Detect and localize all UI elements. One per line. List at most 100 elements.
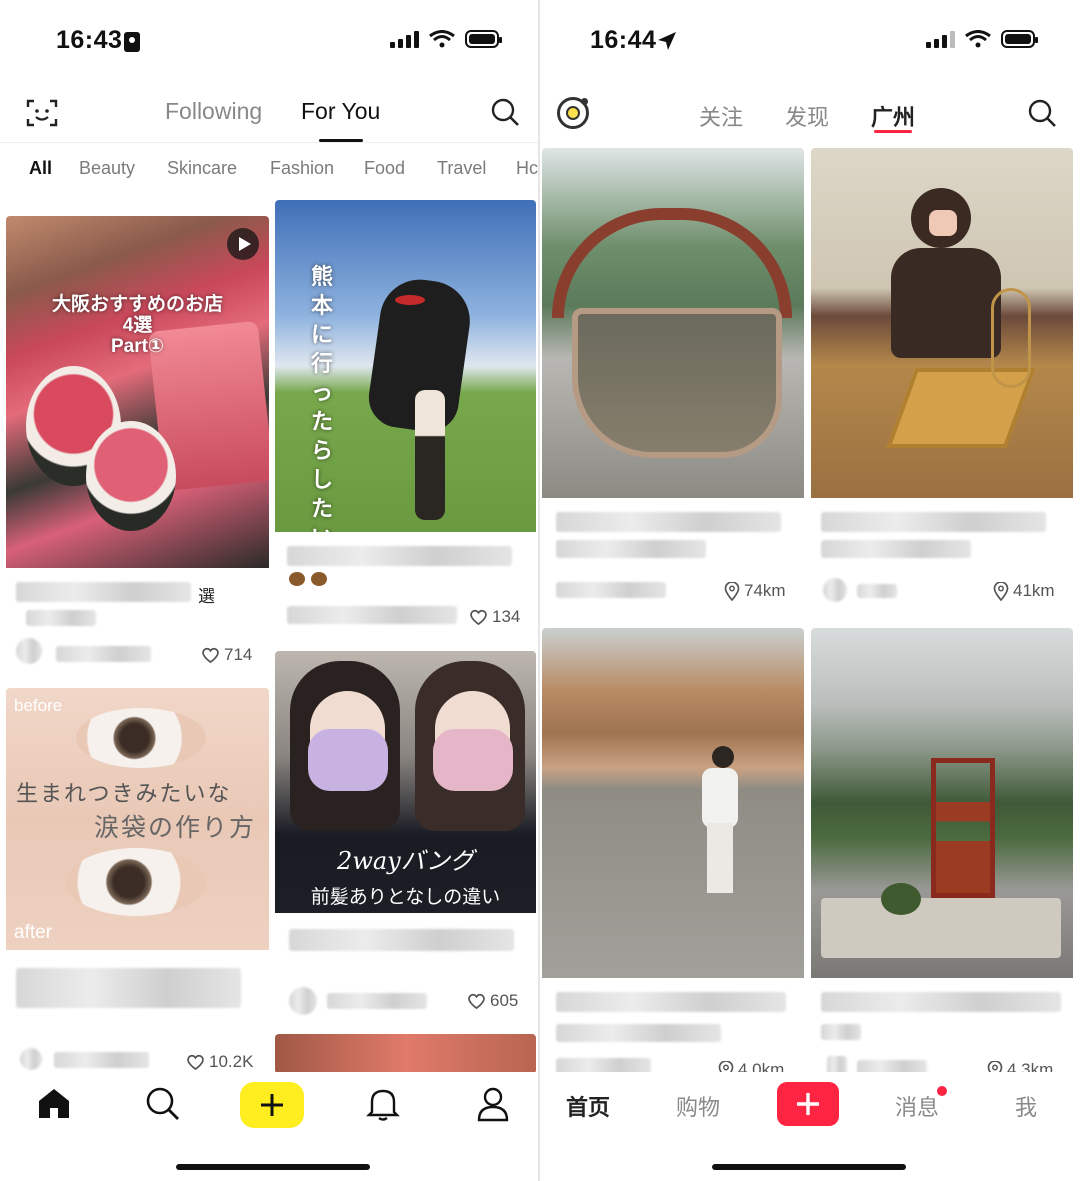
bear-emoji (289, 572, 329, 586)
feed-card[interactable]: before 生まれつきみたいな 涙袋の作り方 after 10.2K (6, 688, 269, 1072)
card-thumbnail: before 生まれつきみたいな 涙袋の作り方 after (6, 688, 269, 950)
create-post-button[interactable] (777, 1082, 839, 1126)
bottom-nav (0, 1072, 538, 1181)
tab-follow[interactable]: 关注 (699, 100, 743, 132)
author-name-blurred (857, 584, 897, 598)
feed-card[interactable]: 74km (542, 148, 804, 618)
category-home[interactable]: Hc (516, 158, 538, 179)
signal-icon (926, 30, 955, 48)
feed-card[interactable]: 熊本に行ったらしたいこと 134 (275, 200, 536, 642)
card-title-visible: 選 (198, 587, 215, 606)
author-name-blurred (287, 606, 457, 624)
location-pin-icon (724, 581, 740, 601)
notification-dot (937, 1086, 947, 1096)
home-indicator (712, 1164, 906, 1170)
rednote-screen: 16:44 关注 发现 广州 74km 41km 4.0km 4.3km 首页 … (540, 0, 1080, 1181)
card-title-blurred (821, 512, 1046, 532)
search-icon[interactable] (145, 1086, 181, 1122)
author-name-blurred (56, 646, 151, 662)
video-play-icon (227, 228, 259, 260)
card-title-blurred (287, 546, 512, 566)
feed-card[interactable]: 4.3km (811, 628, 1073, 1078)
author-name-blurred (327, 993, 427, 1009)
nav-me[interactable]: 我 (1015, 1090, 1037, 1122)
bell-icon[interactable] (366, 1086, 400, 1122)
card-title-blurred (556, 1024, 721, 1042)
category-all[interactable]: All (29, 158, 52, 179)
signal-icon (390, 30, 419, 48)
card-thumbnail (811, 148, 1073, 498)
category-bar: All Beauty Skincare Fashion Food Travel … (0, 158, 538, 184)
home-icon[interactable] (36, 1086, 72, 1120)
avatar[interactable] (20, 1048, 42, 1070)
battery-icon (1001, 30, 1038, 48)
card-thumbnail (542, 148, 804, 498)
bottom-nav: 首页 购物 消息 我 (540, 1072, 1080, 1181)
tab-city[interactable]: 广州 (871, 100, 915, 132)
heart-icon (187, 1054, 204, 1070)
card-thumbnail (542, 628, 804, 978)
avatar[interactable] (16, 638, 42, 664)
card-thumbnail (811, 628, 1073, 978)
status-bar: 16:43 (0, 0, 538, 80)
card-overlay-text: 大阪おすすめのお店 4選 Part① (51, 294, 223, 357)
category-skincare[interactable]: Skincare (167, 158, 237, 179)
avatar[interactable] (289, 987, 317, 1015)
card-thumbnail: 大阪おすすめのお店 4選 Part① (6, 216, 269, 568)
location-arrow-icon (658, 32, 676, 50)
after-label: after (14, 922, 53, 943)
card-title-blurred (556, 992, 786, 1012)
category-fashion[interactable]: Fashion (270, 158, 334, 179)
top-header: Following For You (0, 84, 538, 142)
before-label: before (14, 696, 63, 715)
card-thumbnail: 熊本に行ったらしたいこと (275, 200, 536, 532)
card-title-blurred (556, 540, 706, 558)
card-overlay-text: 2wayバング 前髪ありとなしの違い (310, 847, 501, 908)
card-title-blurred (289, 929, 514, 951)
search-icon[interactable] (490, 97, 520, 127)
tab-following[interactable]: Following (165, 98, 262, 125)
location-pin-icon (993, 581, 1009, 601)
plus-icon (797, 1093, 819, 1115)
like-count[interactable]: 134 (469, 607, 520, 627)
tab-for-you[interactable]: For You (301, 98, 380, 125)
category-food[interactable]: Food (364, 158, 405, 179)
feed-card[interactable]: 2wayバング 前髪ありとなしの違い 605 (275, 651, 536, 1031)
create-post-button[interactable] (240, 1082, 304, 1128)
like-count[interactable]: 714 (201, 645, 252, 665)
status-time: 16:43 (56, 26, 123, 54)
category-travel[interactable]: Travel (437, 158, 486, 179)
home-indicator (176, 1164, 370, 1170)
feed-card[interactable]: 41km (811, 148, 1073, 618)
plus-icon (261, 1094, 283, 1116)
profile-icon[interactable] (476, 1086, 510, 1122)
foryou-screen: 16:43 Following For You All Beauty Skinc… (0, 0, 538, 1181)
search-icon[interactable] (1027, 98, 1057, 128)
heart-icon (468, 993, 485, 1009)
like-count[interactable]: 10.2K (186, 1052, 253, 1072)
card-title-blurred (26, 610, 96, 626)
status-time: 16:44 (590, 26, 657, 54)
like-count[interactable]: 605 (467, 991, 518, 1011)
face-scan-icon[interactable] (25, 97, 59, 129)
card-overlay-text: 生まれつきみたいな (16, 782, 232, 807)
tab-discover[interactable]: 发现 (785, 100, 829, 132)
category-beauty[interactable]: Beauty (79, 158, 135, 179)
author-name-blurred (54, 1052, 149, 1068)
card-title-blurred (821, 992, 1061, 1012)
card-overlay-text: 涙袋の作り方 (94, 813, 257, 842)
avatar[interactable] (823, 578, 847, 602)
nav-shop[interactable]: 购物 (676, 1090, 720, 1122)
card-title-blurred (16, 968, 241, 1008)
camera-ring-icon[interactable] (557, 97, 589, 129)
nav-messages[interactable]: 消息 (895, 1090, 939, 1122)
nav-home[interactable]: 首页 (566, 1090, 610, 1122)
active-tab-indicator (874, 130, 912, 133)
wifi-icon (965, 30, 991, 48)
feed-card[interactable]: 4.0km (542, 628, 804, 1078)
feed-card[interactable] (275, 1034, 536, 1074)
card-overlay-text: 熊本に行ったらしたいこと (311, 264, 334, 532)
heart-icon (470, 609, 487, 625)
author-name-blurred (556, 582, 666, 598)
feed-card[interactable]: 大阪おすすめのお店 4選 Part① 選 714 (6, 216, 269, 680)
